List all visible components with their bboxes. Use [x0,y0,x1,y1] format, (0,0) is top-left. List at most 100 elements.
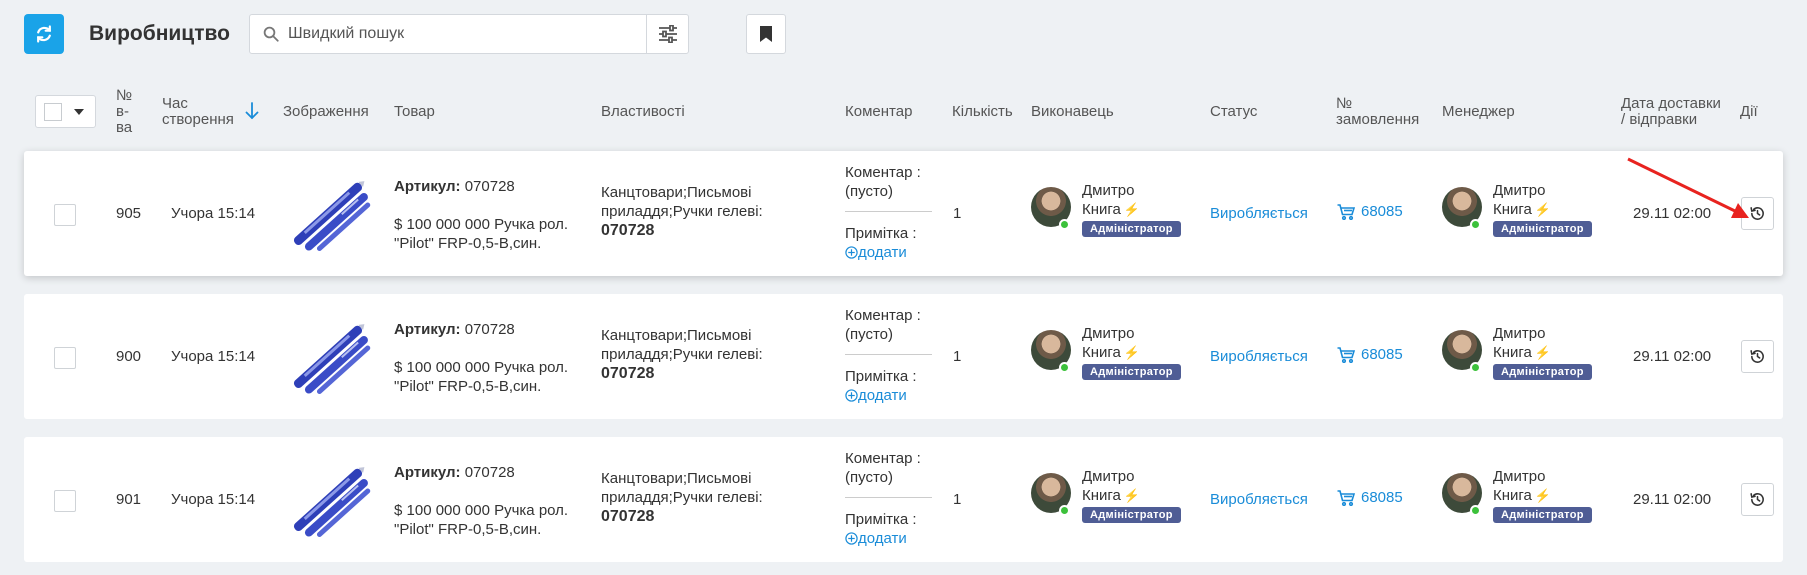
lightning-icon: ⚡ [1123,202,1141,217]
table-row[interactable]: 905 Учора 15:14 Артикул: 070728 $ 100 00… [24,151,1783,276]
add-note-link[interactable]: додати [845,529,907,548]
add-note-label[interactable]: додати [858,529,907,548]
comment-label: Коментар : [845,164,921,181]
executor[interactable]: Дмитро Книга ⚡ Адміністратор [1031,324,1201,384]
header-delivery: Дата доставки / відправки [1621,95,1721,128]
arrow-down-icon[interactable] [245,102,259,120]
executor[interactable]: Дмитро Книга ⚡ Адміністратор [1031,467,1201,527]
order-number[interactable]: 68085 [1361,346,1403,363]
select-all-dropdown[interactable] [35,95,96,128]
product-name: $ 100 000 000 Ручка рол. "Pilot" FRP-0,5… [394,359,569,395]
bookmark-button[interactable] [746,14,786,54]
executor-first-name: Дмитро [1082,182,1135,199]
add-note-label[interactable]: додати [858,386,907,405]
history-button[interactable] [1741,483,1774,516]
divider [845,211,932,212]
history-button[interactable] [1741,197,1774,230]
header-properties: Властивості [601,103,685,120]
role-badge: Адміністратор [1493,221,1592,237]
delivery-date: 29.11 02:00 [1633,491,1712,508]
row-checkbox[interactable] [54,347,76,369]
lightning-icon: ⚡ [1123,345,1141,360]
filter-button[interactable] [646,15,688,53]
executor[interactable]: Дмитро Книга ⚡ Адміністратор [1031,181,1201,241]
add-note-label[interactable]: додати [858,243,907,262]
created-time: Учора 15:14 [171,205,256,222]
order-link[interactable]: 68085 [1337,489,1403,506]
manager-first-name: Дмитро [1493,468,1546,485]
manager[interactable]: Дмитро Книга ⚡ Адміністратор [1442,181,1612,241]
production-number: 900 [116,348,142,365]
divider [845,354,932,355]
comment-label: Коментар : [845,307,921,324]
refresh-icon [37,25,51,43]
chevron-down-icon[interactable] [74,108,84,115]
header-created[interactable]: Час створення [162,96,234,128]
table-header: № в- ва Час створення Зображення Товар В… [0,80,1807,150]
order-link[interactable]: 68085 [1337,203,1403,220]
product-image[interactable] [279,165,379,265]
row-checkbox[interactable] [54,490,76,512]
comment-label: Коментар : [845,450,921,467]
properties-text: Канцтовари;Письмові приладдя;Ручки гелев… [601,327,763,363]
product-properties: Канцтовари;Письмові приладдя;Ручки гелев… [601,326,781,383]
history-icon [1750,493,1764,506]
production-number: 905 [116,205,142,222]
refresh-button[interactable] [24,14,64,54]
bookmark-icon [760,26,772,42]
product-info: Артикул: 070728 $ 100 000 000 Ручка рол.… [394,320,584,396]
delivery-date: 29.11 02:00 [1633,348,1712,365]
executor-name: Дмитро Книга ⚡ [1082,181,1202,219]
search-input[interactable] [288,25,628,43]
status-link[interactable]: Виробляється [1210,348,1308,365]
cart-icon [1337,489,1355,506]
add-note-link[interactable]: додати [845,243,907,262]
comment-value[interactable]: (пусто) [845,468,933,487]
status-link[interactable]: Виробляється [1210,491,1308,508]
online-indicator [1059,219,1070,230]
product-info: Артикул: 070728 $ 100 000 000 Ручка рол.… [394,177,584,253]
comment-block: Коментар : (пусто) Примітка : додати [845,306,933,407]
product-image[interactable] [279,308,379,408]
table-row[interactable]: 900 Учора 15:14 Артикул: 070728 $ 100 00… [24,294,1783,419]
plus-circle-icon [845,532,858,545]
manager[interactable]: Дмитро Книга ⚡ Адміністратор [1442,467,1612,527]
status-link[interactable]: Виробляється [1210,205,1308,222]
add-note-link[interactable]: додати [845,386,907,405]
product-image[interactable] [279,451,379,551]
header-actions: Дії [1740,103,1758,120]
history-icon [1750,207,1764,220]
quantity: 1 [953,491,962,508]
article-label: Артикул: [394,464,461,481]
article-value: 070728 [464,321,515,338]
quantity: 1 [953,348,962,365]
article-value: 070728 [464,178,515,195]
created-time: Учора 15:14 [171,491,256,508]
role-badge: Адміністратор [1082,364,1181,380]
header-product: Товар [394,103,435,120]
product-name: $ 100 000 000 Ручка рол. "Pilot" FRP-0,5… [394,216,569,252]
article-label: Артикул: [394,178,461,195]
article-value: 070728 [464,464,515,481]
plus-circle-icon [845,389,858,402]
properties-text: Канцтовари;Письмові приладдя;Ручки гелев… [601,470,763,506]
online-indicator [1470,362,1481,373]
divider [845,497,932,498]
row-checkbox[interactable] [54,204,76,226]
select-all-checkbox[interactable] [44,102,62,121]
header-image: Зображення [283,103,369,120]
executor-first-name: Дмитро [1082,325,1135,342]
created-time: Учора 15:14 [171,348,256,365]
executor-last-name: Книга [1082,201,1121,218]
order-number[interactable]: 68085 [1361,489,1403,506]
product-name: $ 100 000 000 Ручка рол. "Pilot" FRP-0,5… [394,502,569,538]
order-number[interactable]: 68085 [1361,203,1403,220]
comment-value[interactable]: (пусто) [845,325,933,344]
order-link[interactable]: 68085 [1337,346,1403,363]
table-row[interactable]: 901 Учора 15:14 Артикул: 070728 $ 100 00… [24,437,1783,562]
manager[interactable]: Дмитро Книга ⚡ Адміністратор [1442,324,1612,384]
comment-value[interactable]: (пусто) [845,182,933,201]
header-status: Статус [1210,103,1258,120]
online-indicator [1059,362,1070,373]
history-button[interactable] [1741,340,1774,373]
